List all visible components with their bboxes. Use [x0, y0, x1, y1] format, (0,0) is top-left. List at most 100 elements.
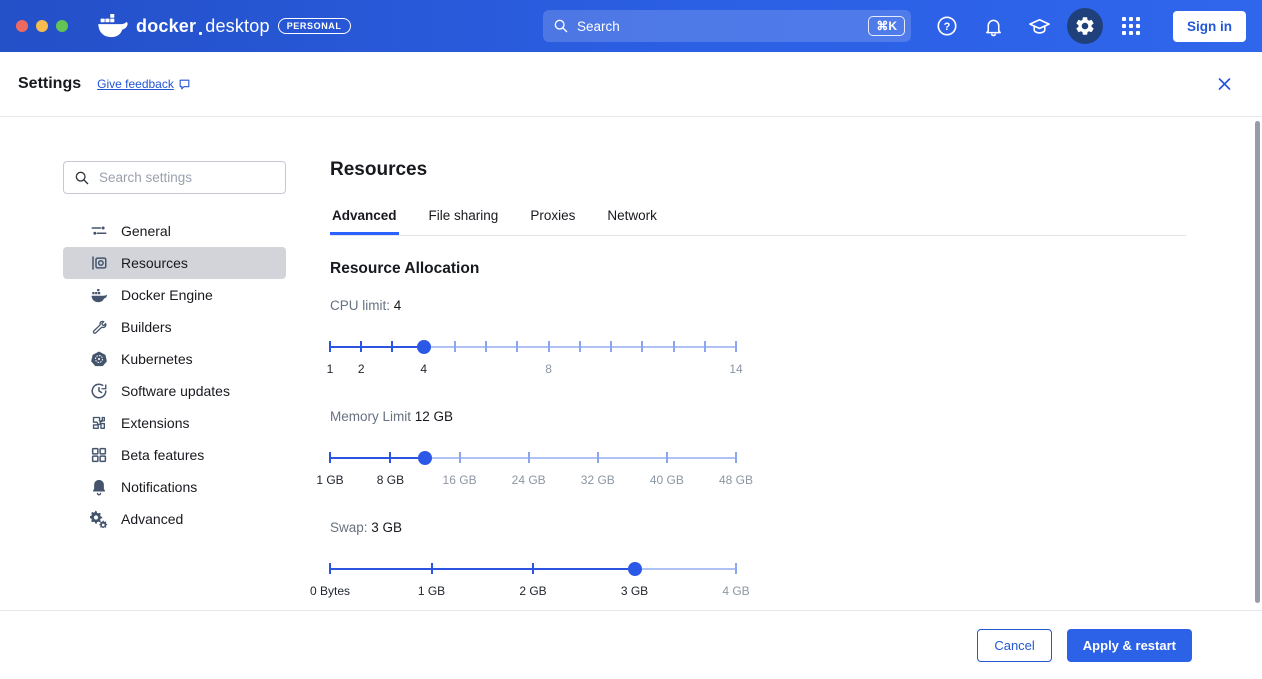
- sidebar-item-kubernetes[interactable]: Kubernetes: [63, 343, 286, 375]
- slider-tick-label: 32 GB: [581, 473, 615, 487]
- slider-tick-label: 1: [327, 362, 334, 376]
- sidebar-item-resources[interactable]: Resources: [63, 247, 286, 279]
- slider-tick: [548, 341, 550, 352]
- slider-handle[interactable]: [628, 562, 642, 576]
- notifications-icon[interactable]: [975, 8, 1011, 44]
- resource-allocation-heading: Resource Allocation: [330, 260, 1262, 278]
- memory-limit-slider[interactable]: [330, 451, 736, 464]
- slider-tick-label: 16 GB: [443, 473, 477, 487]
- memory-limit-value: 12 GB: [415, 409, 453, 424]
- apps-grid-icon[interactable]: [1113, 8, 1149, 44]
- close-icon[interactable]: [1217, 77, 1232, 92]
- window-zoom-button[interactable]: [56, 20, 68, 32]
- slider-tick: [329, 341, 331, 352]
- sidebar-item-label: Extensions: [121, 415, 189, 431]
- slider-handle[interactable]: [418, 451, 432, 465]
- search-shortcut-badge: ⌘K: [868, 16, 905, 36]
- global-search-input[interactable]: Search ⌘K: [543, 10, 911, 42]
- slider-tick-label: 1 GB: [418, 584, 445, 598]
- slider-tick: [389, 452, 391, 463]
- whale-icon: [90, 286, 108, 304]
- slider-tick-label: 1 GB: [316, 473, 343, 487]
- settings-sidebar: Search settings General Resources: [0, 117, 330, 610]
- sidebar-item-label: Notifications: [121, 479, 197, 495]
- cpu-limit-label: CPU limit: 4: [330, 298, 736, 313]
- slider-tick: [597, 452, 599, 463]
- sidebar-item-label: Resources: [121, 255, 188, 271]
- swap-slider[interactable]: [330, 562, 736, 575]
- slider-tick-label: 0 Bytes: [310, 584, 350, 598]
- window-close-button[interactable]: [16, 20, 28, 32]
- sidebar-item-label: Software updates: [121, 383, 230, 399]
- slider-tick: [528, 452, 530, 463]
- apply-restart-button[interactable]: Apply & restart: [1067, 629, 1192, 662]
- tab-proxies[interactable]: Proxies: [528, 202, 577, 235]
- slider-tick: [735, 452, 737, 463]
- app-name-primary: docker: [136, 16, 196, 37]
- scrollbar-thumb[interactable]: [1255, 121, 1260, 603]
- settings-search-input[interactable]: Search settings: [63, 161, 286, 194]
- resources-tabs: Advanced File sharing Proxies Network: [330, 202, 1186, 236]
- svg-text:?: ?: [944, 21, 951, 33]
- tab-file-sharing[interactable]: File sharing: [427, 202, 501, 235]
- cancel-button[interactable]: Cancel: [977, 629, 1051, 662]
- sidebar-item-advanced[interactable]: Advanced: [63, 503, 286, 535]
- cpu-limit-slider[interactable]: [330, 340, 736, 353]
- sidebar-item-software-updates[interactable]: Software updates: [63, 375, 286, 407]
- slider-tick-label: 2: [358, 362, 365, 376]
- slider-tick-label: 14: [729, 362, 742, 376]
- sidebar-item-notifications[interactable]: Notifications: [63, 471, 286, 503]
- slider-tick-label: 48 GB: [719, 473, 753, 487]
- titlebar-icons: ?: [929, 8, 1149, 44]
- give-feedback-link[interactable]: Give feedback: [97, 77, 191, 91]
- page-title: Settings: [18, 75, 81, 93]
- slider-tick: [391, 341, 393, 352]
- slider-tick: [579, 341, 581, 352]
- slider-tick: [610, 341, 612, 352]
- sidebar-item-docker-engine[interactable]: Docker Engine: [63, 279, 286, 311]
- slider-handle[interactable]: [417, 340, 431, 354]
- cpu-limit-value: 4: [394, 298, 402, 313]
- slider-tick: [704, 341, 706, 352]
- wrench-icon: [90, 318, 108, 336]
- slider-tick: [454, 341, 456, 352]
- slider-tick: [360, 341, 362, 352]
- slider-fill: [330, 457, 425, 459]
- slider-tick: [516, 341, 518, 352]
- tab-advanced[interactable]: Advanced: [330, 202, 399, 235]
- plan-badge: PERSONAL: [278, 18, 351, 34]
- memory-limit-section: Memory Limit 12 GB 1 GB8 GB16 GB24 GB32 …: [330, 409, 736, 487]
- sidebar-item-label: Kubernetes: [121, 351, 193, 367]
- swap-slider-labels: 0 Bytes1 GB2 GB3 GB4 GB: [330, 584, 736, 598]
- slider-tick: [329, 563, 331, 574]
- swap-value: 3 GB: [371, 520, 402, 535]
- slider-tick: [666, 452, 668, 463]
- slider-tick-label: 4: [420, 362, 427, 376]
- sidebar-item-label: Advanced: [121, 511, 183, 527]
- search-icon: [553, 18, 569, 34]
- docker-whale-icon: [98, 14, 128, 38]
- sidebar-item-beta-features[interactable]: Beta features: [63, 439, 286, 471]
- app-name: docker desktop: [136, 16, 270, 37]
- memory-limit-slider-labels: 1 GB8 GB16 GB24 GB32 GB40 GB48 GB: [330, 473, 736, 487]
- memory-limit-label: Memory Limit 12 GB: [330, 409, 736, 424]
- help-icon[interactable]: ?: [929, 8, 965, 44]
- slider-fill: [330, 568, 635, 570]
- sliders-icon: [90, 222, 108, 240]
- sign-in-button[interactable]: Sign in: [1173, 11, 1246, 42]
- bell-icon: [90, 478, 108, 496]
- settings-search-placeholder: Search settings: [99, 170, 192, 185]
- settings-gear-icon[interactable]: [1067, 8, 1103, 44]
- settings-nav: General Resources Docker E: [63, 215, 286, 535]
- feedback-bubble-icon: [178, 78, 191, 91]
- sidebar-item-label: Beta features: [121, 447, 204, 463]
- sidebar-item-extensions[interactable]: Extensions: [63, 407, 286, 439]
- tab-network[interactable]: Network: [605, 202, 659, 235]
- window-minimize-button[interactable]: [36, 20, 48, 32]
- sidebar-item-general[interactable]: General: [63, 215, 286, 247]
- sidebar-item-builders[interactable]: Builders: [63, 311, 286, 343]
- learning-center-icon[interactable]: [1021, 8, 1057, 44]
- slider-tick: [735, 563, 737, 574]
- search-placeholder: Search: [577, 19, 860, 34]
- sidebar-item-label: General: [121, 223, 171, 239]
